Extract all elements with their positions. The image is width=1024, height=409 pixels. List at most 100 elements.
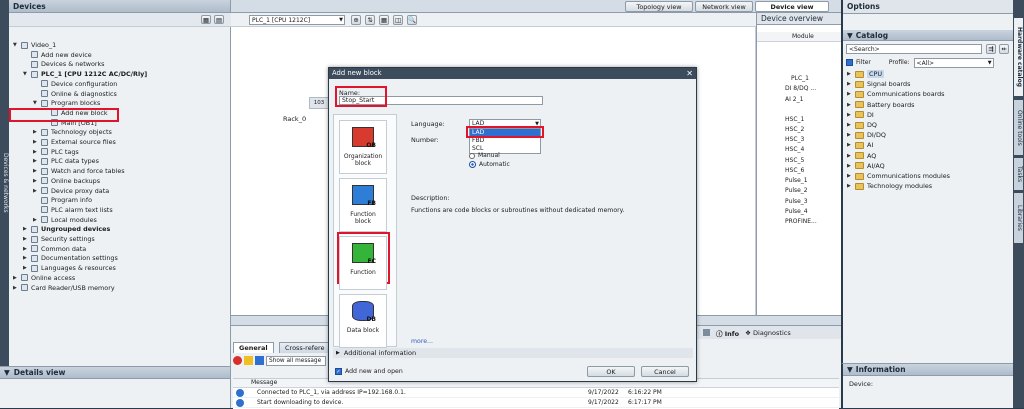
expand-arrow-icon[interactable]: ▶: [847, 173, 855, 179]
expand-arrow-icon[interactable]: ▶: [33, 217, 41, 223]
show-icon[interactable]: ◫: [393, 15, 403, 25]
device-overview-row[interactable]: HSC_3: [785, 136, 804, 143]
search-forward-icon[interactable]: ⇶: [986, 44, 996, 54]
information-header[interactable]: ▼ Information: [843, 364, 1013, 376]
device-overview-row[interactable]: AI 2_1: [785, 96, 803, 103]
cancel-button[interactable]: Cancel: [641, 366, 689, 377]
catalog-item[interactable]: ▶ DI: [847, 110, 874, 120]
tree-item[interactable]: ▶ Local modules: [33, 215, 97, 225]
expand-arrow-icon[interactable]: ▶: [23, 255, 31, 261]
device-view-tab[interactable]: Device view: [755, 1, 829, 12]
search-back-icon[interactable]: ⇷: [999, 44, 1009, 54]
catalog-item[interactable]: ▶ DI/DQ: [847, 130, 886, 140]
catalog-item[interactable]: ▶ Communications boards: [847, 89, 945, 99]
tasks-tab[interactable]: Tasks: [1014, 158, 1023, 190]
expand-arrow-icon[interactable]: ▶: [847, 91, 855, 97]
tree-grid-icon[interactable]: ▤: [214, 15, 224, 24]
tree-item[interactable]: ▼ PLC_1 [CPU 1212C AC/DC/Rly]: [23, 69, 147, 79]
online-tools-tab[interactable]: Online tools: [1014, 100, 1023, 155]
tree-item[interactable]: ▶ Online backups: [33, 176, 100, 186]
device-overview-row[interactable]: Pulse_1: [785, 177, 808, 184]
tree-item[interactable]: ▶ PLC tags: [33, 147, 79, 157]
device-overview-row[interactable]: Pulse_2: [785, 187, 808, 194]
message-row[interactable]: Start downloading to device. 9/17/2022 6:1…: [233, 398, 839, 408]
catalog-item[interactable]: ▶ DQ: [847, 120, 877, 130]
tree-item[interactable]: ▶ PLC data types: [33, 156, 99, 166]
device-overview-row[interactable]: HSC_6: [785, 167, 804, 174]
expand-arrow-icon[interactable]: ▶: [33, 149, 41, 155]
expand-arrow-icon[interactable]: ▶: [847, 142, 855, 148]
expand-arrow-icon[interactable]: ▼: [23, 71, 31, 77]
block-type-ob[interactable]: OB Organization block: [339, 120, 387, 174]
expand-arrow-icon[interactable]: ▶: [33, 158, 41, 164]
error-filter-icon[interactable]: [233, 356, 242, 365]
device-overview-row[interactable]: DI 8/DQ ...: [785, 85, 816, 92]
automatic-radio[interactable]: Automatic: [469, 161, 510, 168]
orientation-icon[interactable]: ⇅: [365, 15, 375, 25]
info-filter-icon[interactable]: [255, 356, 264, 365]
manual-radio[interactable]: Manual: [469, 152, 500, 159]
expand-arrow-icon[interactable]: ▶: [13, 285, 21, 291]
device-select[interactable]: PLC_1 [CPU 1212C] ▼: [249, 15, 345, 25]
expand-arrow-icon[interactable]: ▶: [13, 275, 21, 281]
catalog-item[interactable]: ▶ Signal boards: [847, 79, 910, 89]
expand-arrow-icon[interactable]: ▶: [23, 246, 31, 252]
expand-arrow-icon[interactable]: ▼: [13, 42, 21, 48]
diagnostics-tab[interactable]: ❖ Diagnostics: [745, 329, 791, 337]
expand-arrow-icon[interactable]: ▶: [847, 102, 855, 108]
expand-arrow-icon[interactable]: ▶: [847, 132, 855, 138]
catalog-item[interactable]: ▶ Communications modules: [847, 171, 950, 181]
expand-arrow-icon[interactable]: ▶: [847, 163, 855, 169]
expand-arrow-icon[interactable]: ▶: [23, 236, 31, 242]
more-link[interactable]: more...: [411, 338, 433, 345]
add-new-open-checkbox[interactable]: ✓ Add new and open: [335, 368, 403, 375]
expand-arrow-icon[interactable]: ▶: [33, 139, 41, 145]
topology-view-tab[interactable]: Topology view: [625, 1, 693, 12]
expand-arrow-icon[interactable]: ▶: [23, 265, 31, 271]
block-type-db[interactable]: DB Data block: [339, 294, 387, 348]
profile-select[interactable]: <All> ▼: [913, 57, 994, 68]
language-option-fbd[interactable]: FBD: [470, 137, 540, 145]
show-all-messages-select[interactable]: Show all message: [266, 355, 326, 366]
expand-arrow-icon[interactable]: ▶: [847, 81, 855, 87]
expand-arrow-icon[interactable]: ▶: [847, 71, 855, 77]
expand-arrow-icon[interactable]: ▶: [847, 122, 855, 128]
libraries-tab[interactable]: Libraries: [1014, 193, 1023, 243]
zoom-icon[interactable]: ⊕: [351, 15, 361, 25]
device-overview-row[interactable]: HSC_2: [785, 126, 804, 133]
expand-arrow-icon[interactable]: ▶: [33, 178, 41, 184]
tree-view-icon[interactable]: ▦: [201, 15, 211, 24]
device-overview-row[interactable]: Pulse_4: [785, 208, 808, 215]
tab-general[interactable]: General: [233, 342, 274, 353]
tree-item[interactable]: Device configuration: [33, 79, 117, 89]
expand-arrow-icon[interactable]: ▶: [847, 112, 855, 118]
details-view-header[interactable]: ▼ Details view: [0, 367, 230, 379]
tree-item[interactable]: ▶ Documentation settings: [23, 253, 118, 263]
tree-item[interactable]: ▼ Program blocks: [33, 98, 100, 108]
device-overview-row[interactable]: PROFINE...: [785, 218, 817, 225]
properties-tab[interactable]: [703, 329, 710, 336]
close-icon[interactable]: ✕: [686, 68, 693, 79]
expand-arrow-icon[interactable]: ▶: [23, 226, 31, 232]
message-row[interactable]: Connected to PLC_1, via address IP=192.1…: [233, 388, 839, 398]
ok-button[interactable]: OK: [587, 366, 635, 377]
device-overview-row[interactable]: HSC_1: [785, 116, 804, 123]
tree-item[interactable]: ▶ Languages & resources: [23, 263, 116, 273]
info-tab[interactable]: ⓘ Info: [716, 328, 739, 338]
tab-cross-references[interactable]: Cross-refere: [279, 342, 331, 353]
network-view-tab[interactable]: Network view: [695, 1, 753, 12]
catalog-search-input[interactable]: <Search>: [846, 44, 982, 54]
expand-arrow-icon[interactable]: ▶: [33, 168, 41, 174]
tree-item[interactable]: ▶ Card Reader/USB memory: [13, 283, 115, 293]
tree-item[interactable]: ▶ Security settings: [23, 234, 95, 244]
device-overview-row[interactable]: Pulse_3: [785, 198, 808, 205]
tree-item[interactable]: ▶ External source files: [33, 137, 116, 147]
tree-item[interactable]: ▶ Common data: [23, 244, 86, 254]
details-view-bar[interactable]: ▼ Details view: [0, 366, 231, 408]
tree-item[interactable]: ▶ Watch and force tables: [33, 166, 125, 176]
expand-arrow-icon[interactable]: ▶: [33, 129, 41, 135]
tree-item[interactable]: ▶ Device proxy data: [33, 186, 109, 196]
device-overview-row[interactable]: HSC_5: [785, 157, 804, 164]
tree-item[interactable]: ▶ Technology objects: [33, 127, 112, 137]
device-overview-row[interactable]: PLC_1: [791, 75, 809, 82]
